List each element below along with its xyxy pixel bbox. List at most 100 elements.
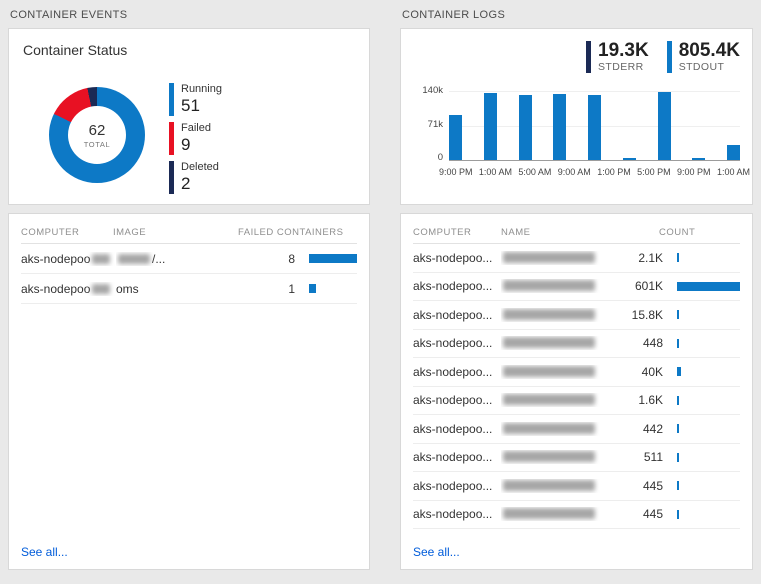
count-value: 601K <box>634 279 663 294</box>
table-row[interactable]: aks-nodepoo... 445 <box>413 472 740 501</box>
redacted-text <box>92 253 111 264</box>
events-panel-header: CONTAINER EVENTS <box>10 9 128 21</box>
stat-value: 19.3K <box>598 40 649 61</box>
redacted-text <box>503 337 595 349</box>
container-status-title: Container Status <box>23 42 128 58</box>
log-count-bar[interactable] <box>657 92 671 160</box>
legend-item[interactable]: Failed 9 <box>169 122 222 155</box>
log-count-bar[interactable] <box>518 95 532 160</box>
legend-color-marker <box>169 83 174 116</box>
x-tick-label: 9:00 PM <box>439 167 473 177</box>
legend-label: Running <box>181 83 222 95</box>
stat-label: STDERR <box>598 60 644 73</box>
see-all-link[interactable]: See all... <box>21 545 68 559</box>
count-bar <box>677 310 679 320</box>
legend-item[interactable]: Running 51 <box>169 83 222 116</box>
log-count-bar[interactable] <box>553 94 567 160</box>
table-row[interactable]: aks-nodepoo... 445 <box>413 501 740 529</box>
column-header-failed-containers: FAILED CONTAINERS <box>238 227 344 238</box>
legend-value: 2 <box>181 174 191 193</box>
name-cell <box>501 279 621 293</box>
count-bar <box>677 253 679 263</box>
legend-value: 9 <box>181 135 191 154</box>
logs-panel-header: CONTAINER LOGS <box>402 9 506 21</box>
table-row[interactable]: aks-nodepoo... 40K <box>413 358 740 387</box>
column-header-image: IMAGE <box>113 227 147 238</box>
table-row[interactable]: aks-nodepoo... 15.8K <box>413 301 740 330</box>
count-bar <box>677 281 740 291</box>
table-row[interactable]: aks-nodepoo oms 1 <box>21 274 357 304</box>
table-row[interactable]: aks-nodepoo... 1.6K <box>413 387 740 415</box>
donut-total-label: TOTAL <box>83 139 111 149</box>
computer-cell: aks-nodepoo... <box>413 364 493 379</box>
redacted-text <box>503 365 595 377</box>
name-cell <box>501 422 621 436</box>
computer-cell: aks-nodepoo... <box>413 478 493 493</box>
table-row[interactable]: aks-nodepoo... 601K <box>413 273 740 301</box>
count-value: 511 <box>643 450 663 465</box>
table-row[interactable]: aks-nodepoo... 2.1K <box>413 244 740 273</box>
count-value: 1 <box>288 281 295 296</box>
count-value: 448 <box>642 336 663 351</box>
table-row[interactable]: aks-nodepoo /... 8 <box>21 244 357 274</box>
computer-cell: aks-nodepoo... <box>413 393 493 408</box>
computer-cell: aks-nodepoo <box>21 252 116 266</box>
computer-cell: aks-nodepoo... <box>413 421 493 436</box>
failed-containers-rows: aks-nodepoo /... 8 aks-nodepoo oms 1 <box>21 244 357 304</box>
log-count-bar[interactable] <box>622 157 636 160</box>
x-tick-label: 9:00 AM <box>557 167 591 177</box>
log-count-bar[interactable] <box>692 157 706 160</box>
y-tick-label: 0 <box>437 152 443 163</box>
count-value: 445 <box>642 507 663 522</box>
log-count-bar[interactable] <box>727 144 740 160</box>
count-value: 15.8K <box>631 307 663 322</box>
count-bar <box>677 481 679 491</box>
name-cell <box>501 479 621 493</box>
column-header-computer: COMPUTER <box>21 227 80 238</box>
computer-cell: aks-nodepoo... <box>413 507 493 522</box>
computer-cell: aks-nodepoo... <box>413 336 493 351</box>
log-counts-table-card: COMPUTER NAME COUNT aks-nodepoo... 2.1K … <box>400 213 753 570</box>
redacted-text <box>503 280 595 292</box>
count-bar <box>677 395 679 405</box>
name-cell <box>501 308 621 322</box>
name-cell <box>501 393 621 407</box>
legend-value: 51 <box>181 96 200 115</box>
log-count-bar[interactable] <box>483 93 497 160</box>
log-stats: 19.3K STDERR 805.4K STDOUT <box>586 41 740 73</box>
container-status-donut-chart[interactable]: 62 TOTAL <box>49 87 145 183</box>
legend-item[interactable]: Deleted 2 <box>169 161 222 194</box>
log-stat[interactable]: 805.4K STDOUT <box>666 41 740 73</box>
computer-cell: aks-nodepoo <box>21 282 116 296</box>
column-header-name: NAME <box>501 227 531 238</box>
redacted-text <box>503 394 595 406</box>
count-bar <box>677 338 679 348</box>
redacted-text <box>503 422 595 434</box>
redacted-text <box>503 308 595 320</box>
count-bar <box>677 367 681 377</box>
name-cell <box>501 251 621 265</box>
count-bar <box>677 452 679 462</box>
column-header-computer: COMPUTER <box>413 227 472 238</box>
image-cell: /... <box>116 252 246 266</box>
computer-cell: aks-nodepoo... <box>413 279 493 294</box>
y-axis-labels: 140k 71k 0 <box>407 85 443 163</box>
legend-label: Failed <box>181 122 211 134</box>
see-all-link[interactable]: See all... <box>413 545 460 559</box>
name-cell <box>501 450 621 464</box>
redacted-text <box>118 253 150 264</box>
table-row[interactable]: aks-nodepoo... 511 <box>413 444 740 472</box>
container-monitoring-dashboard: CONTAINER EVENTS CONTAINER LOGS Containe… <box>0 0 761 584</box>
log-stat[interactable]: 19.3K STDERR <box>586 41 649 73</box>
logs-bar-chart <box>449 91 740 161</box>
log-count-bar[interactable] <box>449 115 462 160</box>
x-tick-label: 5:00 AM <box>518 167 552 177</box>
count-value: 1.6K <box>638 393 663 408</box>
log-count-bar[interactable] <box>588 95 601 160</box>
x-tick-label: 1:00 AM <box>478 167 512 177</box>
x-tick-label: 5:00 PM <box>637 167 671 177</box>
table-row[interactable]: aks-nodepoo... 442 <box>413 415 740 444</box>
redacted-text <box>503 451 595 463</box>
y-tick-label: 140k <box>422 85 443 96</box>
table-row[interactable]: aks-nodepoo... 448 <box>413 330 740 358</box>
